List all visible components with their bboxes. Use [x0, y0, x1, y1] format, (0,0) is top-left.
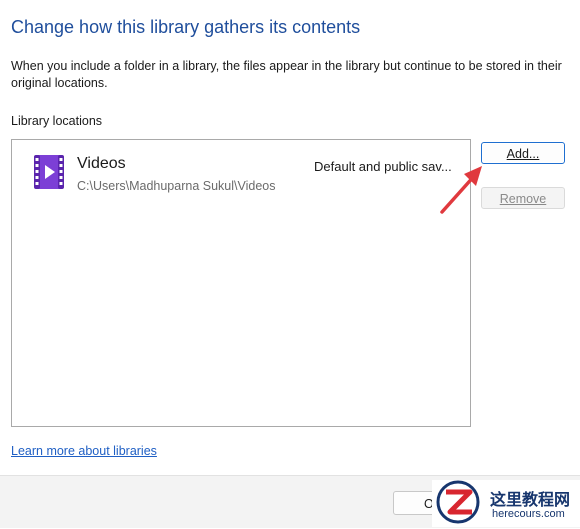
- library-locations-list[interactable]: Videos C:\Users\Madhuparna Sukul\Videos …: [11, 139, 471, 427]
- watermark-site: herecours.com: [492, 508, 565, 520]
- remove-button[interactable]: Remove: [481, 187, 565, 209]
- library-item-path: C:\Users\Madhuparna Sukul\Videos: [77, 179, 276, 193]
- red-arrow-icon: [440, 166, 482, 214]
- add-button-label: Add...: [506, 147, 540, 161]
- dialog-description: When you include a folder in a library, …: [11, 59, 562, 90]
- watermark-logo-icon: [436, 480, 480, 524]
- dialog-title: Change how this library gathers its cont…: [11, 17, 361, 37]
- videos-folder-icon: [32, 153, 66, 191]
- add-button[interactable]: Add...: [481, 142, 565, 164]
- library-item-name: Videos: [77, 155, 126, 172]
- library-locations-label: Library locations: [11, 114, 103, 128]
- watermark: 这里教程网 herecours.com: [432, 480, 580, 527]
- learn-more-link[interactable]: Learn more about libraries: [11, 444, 157, 458]
- watermark-chinese: 这里教程网: [490, 492, 571, 509]
- remove-button-label: Remove: [499, 192, 547, 206]
- list-item[interactable]: Videos C:\Users\Madhuparna Sukul\Videos …: [32, 153, 462, 195]
